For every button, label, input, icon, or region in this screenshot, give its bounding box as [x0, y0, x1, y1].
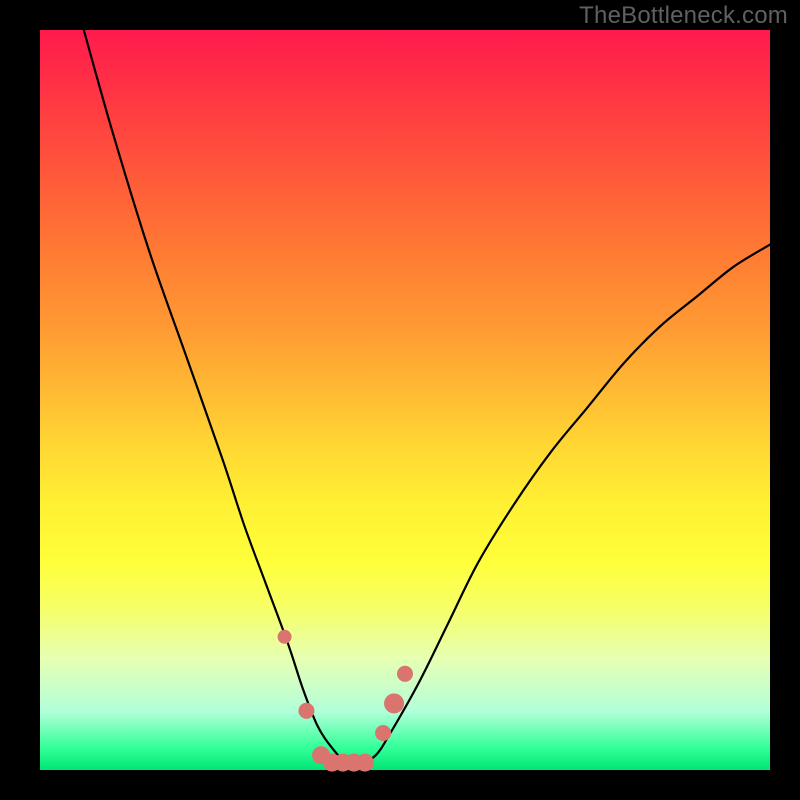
valley-marker	[384, 693, 404, 713]
valley-marker	[397, 666, 413, 682]
bottleneck-curve	[84, 30, 770, 764]
valley-marker	[356, 754, 374, 772]
valley-markers	[278, 630, 413, 772]
chart-frame: TheBottleneck.com	[0, 0, 800, 800]
plot-area	[40, 30, 770, 770]
valley-marker	[375, 725, 391, 741]
chart-svg	[40, 30, 770, 770]
watermark-text: TheBottleneck.com	[579, 2, 788, 30]
valley-marker	[298, 703, 314, 719]
valley-marker	[278, 630, 292, 644]
